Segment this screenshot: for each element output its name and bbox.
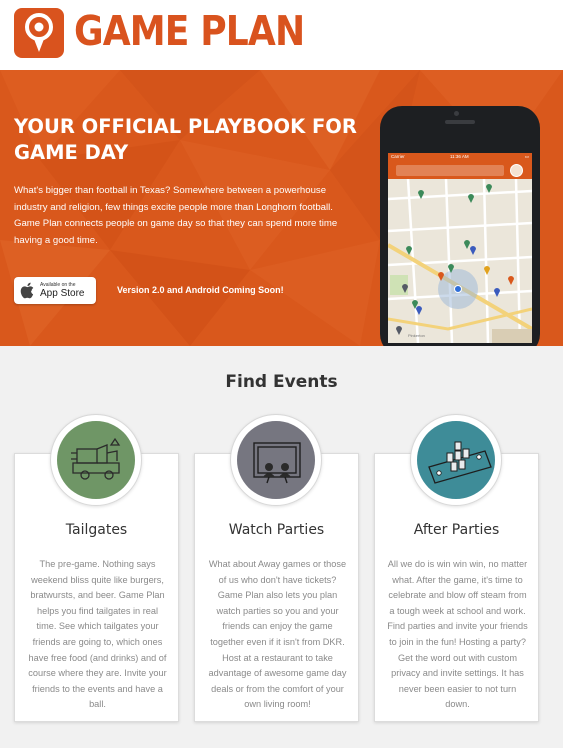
hero-section: YOUR OFFICIAL PLAYBOOK FOR GAME DAY What…: [0, 70, 563, 346]
map-place-label: Pinkerton: [408, 333, 425, 338]
hero-description: What's bigger than football in Texas? So…: [14, 185, 338, 246]
app-store-big-label: App Store: [40, 288, 85, 299]
card-title: Watch Parties: [228, 522, 325, 538]
battery-icon: ▭: [524, 154, 529, 159]
party-cups-icon: [410, 414, 502, 506]
hero-title: YOUR OFFICIAL PLAYBOOK FOR GAME DAY: [14, 115, 357, 164]
site-header: GAME PLAN: [0, 0, 563, 70]
phone-screen: Carrier 11:36 AM ▭ Pinkerton: [388, 153, 532, 343]
phone-status-bar: Carrier 11:36 AM ▭: [388, 153, 532, 161]
card-title: Tailgates: [65, 522, 128, 538]
card-description: What about Away games or those of us who…: [208, 559, 347, 710]
phone-avatar: [510, 164, 523, 177]
coming-soon-text: Version 2.0 and Android Coming Soon!: [117, 285, 284, 295]
phone-search-field: [396, 165, 504, 176]
status-time: 11:36 AM: [450, 154, 469, 159]
card-description: The pre-game. Nothing says weekend bliss…: [28, 559, 167, 710]
find-events-title: Find Events: [225, 372, 338, 392]
logo-wordmark[interactable]: GAME PLAN: [74, 7, 305, 55]
card-title: After Parties: [413, 522, 500, 538]
tailgate-icon: [50, 414, 142, 506]
phone-map: [388, 179, 532, 343]
app-store-button[interactable]: Available on the App Store: [14, 277, 96, 304]
apple-icon: [20, 282, 34, 299]
logo-target-icon[interactable]: [14, 8, 64, 58]
phone-camera: [454, 111, 459, 116]
phone-mockup: Carrier 11:36 AM ▭ Pinkerton: [380, 106, 540, 346]
tv-icon: [230, 414, 322, 506]
phone-nav-bar: [388, 161, 532, 179]
status-carrier: Carrier: [391, 154, 405, 159]
phone-speaker: [445, 120, 475, 124]
card-description: All we do is win win win, no matter what…: [387, 559, 528, 710]
